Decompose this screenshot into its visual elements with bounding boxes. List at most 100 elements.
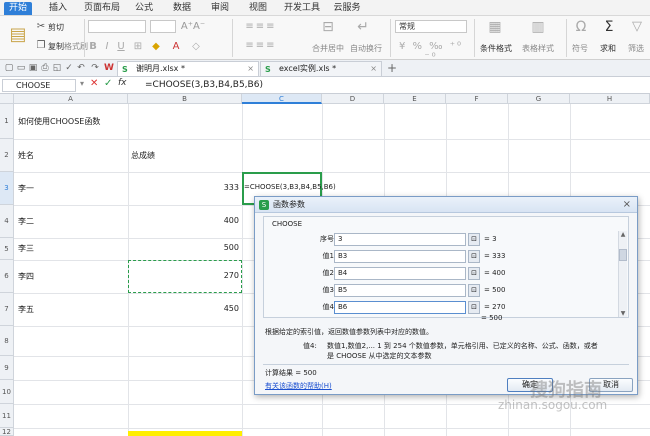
font-grow-icon[interactable]: A⁺A⁻ bbox=[180, 21, 206, 32]
cell-a2[interactable]: 姓名 bbox=[18, 150, 34, 161]
tab-page-layout[interactable]: 页面布局 bbox=[82, 2, 122, 15]
cell-c3[interactable]: =CHOOSE(3,B3,B4,B5,B6) bbox=[244, 183, 336, 191]
row-header[interactable]: 2 bbox=[0, 139, 14, 172]
fill-color-icon[interactable]: ◆ bbox=[150, 41, 162, 52]
border-icon[interactable]: ⊞ bbox=[132, 41, 144, 52]
copy-icon[interactable]: ❐ bbox=[36, 40, 46, 51]
doc-tab-active[interactable]: S 谢明月.xlsx * × bbox=[117, 61, 259, 76]
arg-input-focused[interactable]: B6 bbox=[334, 301, 466, 314]
symbol-button[interactable]: 符号 bbox=[572, 43, 588, 54]
align-top-icons[interactable]: ≡≡≡ bbox=[236, 21, 286, 32]
tab-formulas[interactable]: 公式 bbox=[130, 2, 158, 15]
row-header[interactable]: 12 bbox=[0, 428, 14, 436]
col-header[interactable]: H bbox=[570, 94, 650, 104]
filter-icon[interactable]: ▽ bbox=[630, 19, 644, 34]
undo-icon[interactable]: ↶ bbox=[76, 63, 86, 73]
sigma-icon[interactable]: Σ bbox=[602, 19, 616, 35]
formula-input[interactable]: =CHOOSE(3,B3,B4,B5,B6) bbox=[145, 79, 263, 92]
font-color-icon[interactable]: A bbox=[170, 41, 182, 52]
add-tab-icon[interactable]: + bbox=[387, 62, 397, 74]
tab-developer[interactable]: 开发工具 bbox=[282, 2, 322, 15]
row-header[interactable]: 11 bbox=[0, 404, 14, 428]
col-header[interactable]: C bbox=[242, 94, 322, 104]
row-header[interactable]: 4 bbox=[0, 205, 14, 238]
row-header[interactable]: 6 bbox=[0, 260, 14, 293]
conditional-format-icon[interactable]: ▦ bbox=[485, 19, 505, 35]
select-all-corner[interactable] bbox=[0, 94, 14, 104]
close-icon[interactable]: × bbox=[247, 62, 254, 76]
cancel-icon[interactable]: ✕ bbox=[90, 78, 98, 89]
copy-button[interactable]: 复制 bbox=[48, 41, 64, 52]
dropdown-icon[interactable]: ▾ bbox=[80, 79, 84, 88]
arg-input[interactable]: B3 bbox=[334, 250, 466, 263]
row-header[interactable]: 5 bbox=[0, 238, 14, 260]
cell-a7[interactable]: 李五 bbox=[18, 304, 34, 315]
underline-icon[interactable]: U bbox=[116, 41, 126, 52]
cell-a1[interactable]: 如何使用CHOOSE函数 bbox=[18, 116, 100, 127]
table-style-icon[interactable]: ▥ bbox=[528, 19, 548, 35]
col-header[interactable]: A bbox=[14, 94, 128, 104]
open-icon[interactable]: ▭ bbox=[16, 63, 26, 73]
save-icon[interactable]: ▣ bbox=[28, 63, 38, 73]
range-picker-icon[interactable]: ⊡ bbox=[468, 250, 480, 263]
cell-b4[interactable]: 400 bbox=[128, 216, 239, 225]
wrap-text-icon[interactable]: ↵ bbox=[355, 19, 371, 35]
row-header[interactable]: 1 bbox=[0, 104, 14, 139]
tab-insert[interactable]: 插入 bbox=[44, 2, 72, 15]
col-header[interactable]: D bbox=[322, 94, 384, 104]
cut-button[interactable]: 剪切 bbox=[48, 22, 64, 33]
help-link[interactable]: 有关该函数的帮助(H) bbox=[265, 381, 332, 391]
print-icon[interactable]: ⎙ bbox=[40, 63, 50, 73]
cell-b7[interactable]: 450 bbox=[128, 304, 239, 313]
font-size-select[interactable] bbox=[150, 20, 176, 33]
align-left-icons[interactable]: ≡≡≡ bbox=[236, 40, 286, 51]
cell-a6[interactable]: 李四 bbox=[18, 271, 34, 282]
args-scrollbar[interactable]: ▲ ▼ bbox=[618, 231, 627, 317]
cell-a3[interactable]: 李一 bbox=[18, 183, 34, 194]
arg-input[interactable]: B5 bbox=[334, 284, 466, 297]
redo-icon[interactable]: ↷ bbox=[90, 63, 100, 73]
fx-icon[interactable]: fx bbox=[118, 78, 127, 88]
scrollbar-thumb[interactable] bbox=[619, 249, 627, 261]
scroll-up-icon[interactable]: ▲ bbox=[619, 231, 627, 238]
conditional-format-button[interactable]: 条件格式 bbox=[480, 43, 512, 54]
font-name-select[interactable] bbox=[88, 20, 146, 33]
close-icon[interactable]: × bbox=[370, 62, 377, 76]
row-header[interactable]: 10 bbox=[0, 380, 14, 404]
bold-icon[interactable]: B bbox=[88, 41, 98, 52]
tab-review[interactable]: 审阅 bbox=[206, 2, 234, 15]
cell-b2[interactable]: 总成绩 bbox=[131, 150, 155, 161]
filter-button[interactable]: 筛选 bbox=[628, 43, 644, 54]
dialog-title-bar[interactable]: S 函数参数 × bbox=[255, 197, 637, 213]
name-box[interactable]: CHOOSE bbox=[2, 79, 76, 92]
tab-view[interactable]: 视图 bbox=[244, 2, 272, 15]
preview-icon[interactable]: ◱ bbox=[52, 63, 62, 73]
row-header[interactable]: 3 bbox=[0, 172, 14, 205]
row-header[interactable]: 9 bbox=[0, 356, 14, 380]
omega-icon[interactable]: Ω bbox=[574, 19, 588, 35]
close-icon[interactable]: × bbox=[623, 197, 631, 213]
tab-home[interactable]: 开始 bbox=[4, 2, 32, 15]
clear-format-icon[interactable]: ◇ bbox=[190, 41, 202, 52]
table-style-button[interactable]: 表格样式 bbox=[522, 43, 554, 54]
col-header[interactable]: E bbox=[384, 94, 446, 104]
wrap-text-button[interactable]: 自动换行 bbox=[350, 43, 382, 54]
new-icon[interactable]: ▢ bbox=[4, 63, 14, 73]
scissors-icon[interactable]: ✂ bbox=[36, 21, 46, 32]
merge-center-button[interactable]: 合并居中 bbox=[312, 43, 344, 54]
cell-b5[interactable]: 500 bbox=[128, 243, 239, 252]
range-picker-icon[interactable]: ⊡ bbox=[468, 284, 480, 297]
merge-center-icon[interactable]: ⊟ bbox=[318, 19, 338, 35]
paste-icon[interactable]: ▤ bbox=[4, 20, 32, 54]
col-header[interactable]: F bbox=[446, 94, 508, 104]
sum-button[interactable]: 求和 bbox=[600, 43, 616, 54]
cell-a4[interactable]: 李二 bbox=[18, 216, 34, 227]
cell-a5[interactable]: 李三 bbox=[18, 243, 34, 254]
tab-cloud[interactable]: 云服务 bbox=[330, 2, 364, 15]
tab-data[interactable]: 数据 bbox=[168, 2, 196, 15]
italic-icon[interactable]: I bbox=[102, 41, 112, 52]
wps-logo-icon[interactable]: W bbox=[104, 63, 114, 73]
col-header[interactable]: B bbox=[128, 94, 242, 104]
row-header[interactable]: 7 bbox=[0, 293, 14, 326]
arg-input[interactable]: 3 bbox=[334, 233, 466, 246]
